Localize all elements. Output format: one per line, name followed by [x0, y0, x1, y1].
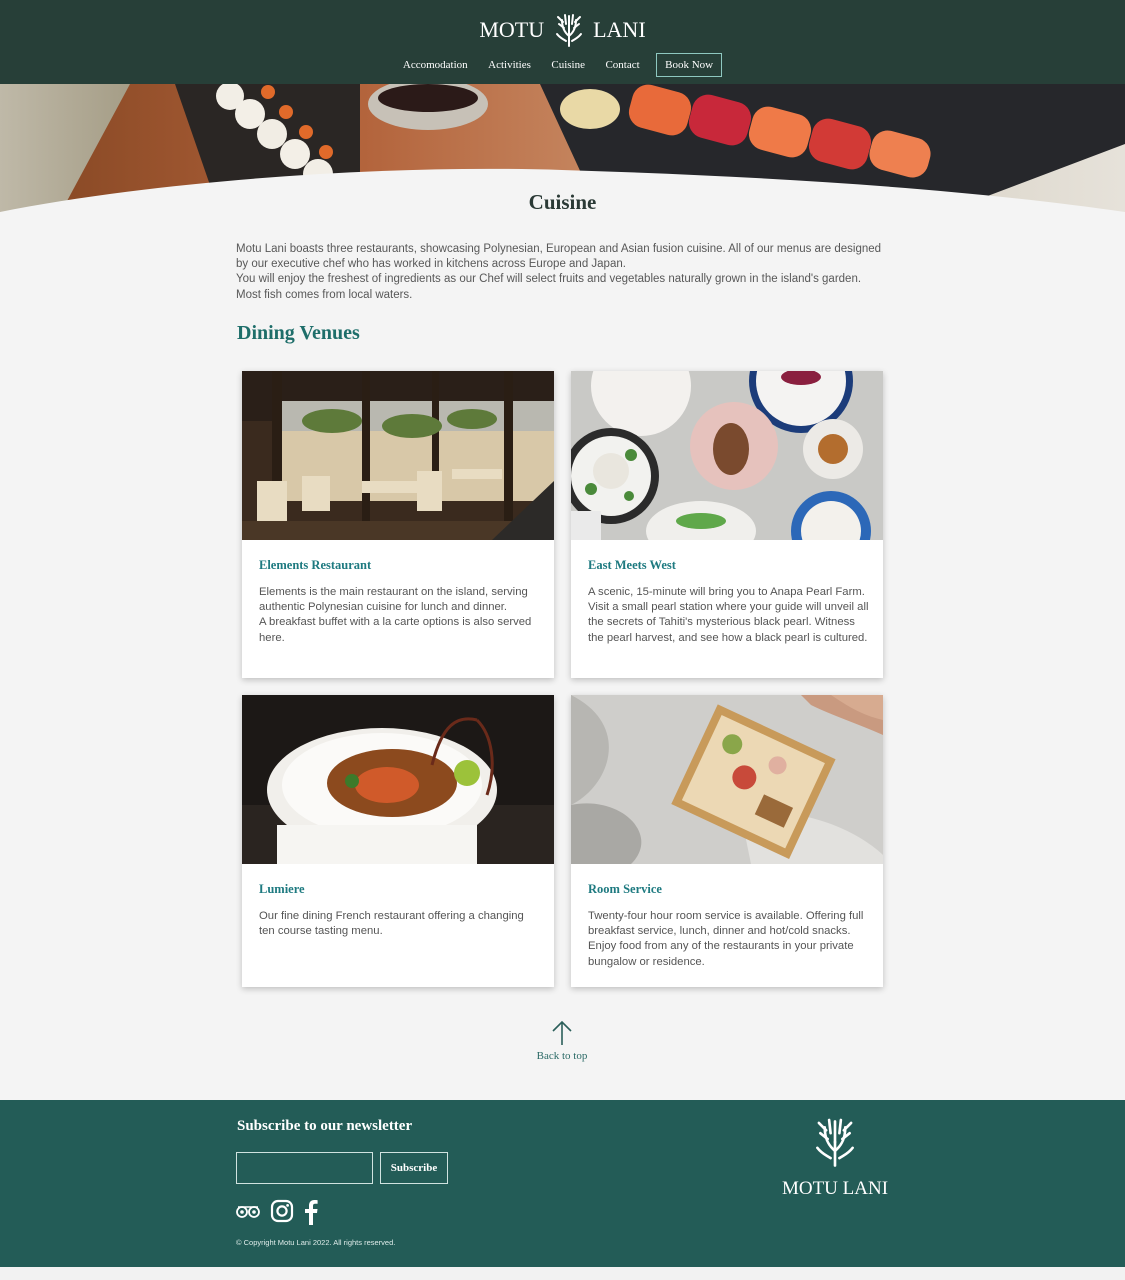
section-title: Dining Venues	[237, 322, 360, 344]
site-footer: Subscribe to our newsletter Subscribe © …	[0, 1100, 1125, 1267]
venue-card[interactable]: Elements Restaurant Elements is the main…	[242, 371, 554, 678]
venue-card[interactable]: Lumiere Our fine dining French restauran…	[242, 695, 554, 987]
facebook-icon[interactable]	[304, 1199, 318, 1230]
copyright-text: © Copyright Motu Lani 2022. All rights r…	[236, 1238, 396, 1247]
intro-paragraph: You will enjoy the freshest of ingredien…	[236, 273, 862, 301]
venue-description: Our fine dining French restaurant offeri…	[259, 910, 524, 938]
instagram-icon[interactable]	[270, 1199, 294, 1228]
brand-name-left: MOTU	[479, 17, 545, 42]
book-now-button[interactable]: Book Now	[656, 53, 723, 77]
venue-description: Twenty-four hour room service is availab…	[588, 910, 864, 968]
tripadvisor-icon[interactable]	[236, 1204, 260, 1225]
coral-logo-icon	[816, 1118, 854, 1167]
newsletter-email-input[interactable]	[236, 1152, 373, 1184]
venue-card[interactable]: Room Service Twenty-four hour room servi…	[571, 695, 883, 987]
newsletter-title: Subscribe to our newsletter	[237, 1118, 413, 1134]
venue-image-elements	[242, 371, 554, 540]
nav-item-accomodation[interactable]: Accomodation	[403, 54, 468, 76]
venue-card[interactable]: East Meets West A scenic, 15-minute will…	[571, 371, 883, 678]
venue-image-room-service	[571, 695, 883, 864]
venue-title[interactable]: Elements Restaurant	[259, 558, 371, 573]
subscribe-button[interactable]: Subscribe	[380, 1152, 448, 1184]
venue-title[interactable]: Room Service	[588, 882, 662, 897]
intro-text: Motu Lani boasts three restaurants, show…	[236, 242, 888, 303]
venue-title[interactable]: East Meets West	[588, 558, 676, 573]
nav-item-activities[interactable]: Activities	[488, 54, 531, 76]
back-to-top-link[interactable]: Back to top	[512, 1020, 612, 1062]
venue-title[interactable]: Lumiere	[259, 882, 305, 897]
back-to-top-label: Back to top	[536, 1050, 588, 1062]
main-nav: Accomodation Activities Cuisine Contact …	[0, 53, 1125, 77]
arrow-up-icon	[552, 1020, 572, 1045]
nav-item-cuisine[interactable]: Cuisine	[551, 54, 585, 76]
footer-logo-text: MOTU LANI	[781, 1178, 889, 1199]
footer-logo[interactable]: MOTU LANI	[770, 1115, 900, 1200]
brand-logo[interactable]: MOTU LANI	[0, 12, 1125, 52]
site-header: MOTU LANI Accomodation Activities Cuisin…	[0, 0, 1125, 84]
page-bottom	[0, 1267, 1125, 1280]
nav-item-contact[interactable]: Contact	[605, 54, 639, 76]
venue-description: Elements is the main restaurant on the i…	[259, 586, 532, 644]
venue-image-east-meets-west	[571, 371, 883, 540]
venue-description: A scenic, 15-minute will bring you to An…	[588, 586, 869, 644]
page-title: Cuisine	[528, 190, 597, 214]
venue-image-lumiere	[242, 695, 554, 864]
brand-name-right: LANI	[593, 17, 646, 42]
coral-logo-icon	[555, 14, 582, 47]
intro-paragraph: Motu Lani boasts three restaurants, show…	[236, 243, 882, 271]
